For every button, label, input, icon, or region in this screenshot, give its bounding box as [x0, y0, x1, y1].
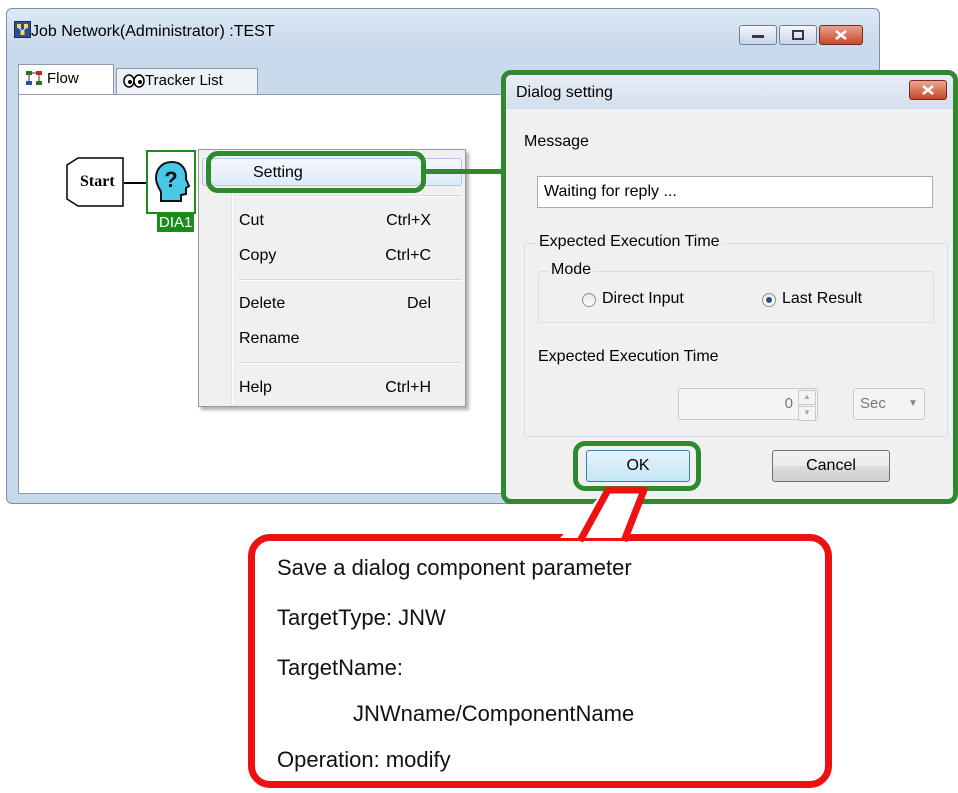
- spin-down-icon[interactable]: ▼: [798, 406, 816, 421]
- radio-direct-input-label: Direct Input: [602, 290, 684, 307]
- menu-item-rename[interactable]: Rename: [239, 325, 461, 353]
- flow-icon: [26, 71, 42, 85]
- menu-separator: [239, 279, 461, 281]
- minimize-button[interactable]: [739, 25, 777, 45]
- question-head-icon: ?: [154, 160, 191, 202]
- minimize-icon: [752, 35, 764, 38]
- menu-item-delete[interactable]: Delete Del: [239, 290, 461, 318]
- mode-group-title: Mode: [548, 261, 595, 279]
- dialog-component-label: DIA1: [157, 214, 195, 232]
- expected-execution-time-label: Expected Execution Time: [538, 348, 719, 365]
- message-input[interactable]: Waiting for reply ...: [537, 176, 933, 208]
- menu-item-help-label: Help: [239, 379, 272, 396]
- tab-tracker-list-label: Tracker List: [145, 72, 223, 89]
- message-label: Message: [524, 133, 589, 150]
- maximize-button[interactable]: [779, 25, 817, 45]
- time-unit-value: Sec: [860, 395, 886, 412]
- dialog-title: Dialog setting: [516, 84, 613, 101]
- menu-item-help[interactable]: Help Ctrl+H: [239, 374, 461, 402]
- cancel-button[interactable]: Cancel: [772, 450, 890, 482]
- menu-separator: [239, 195, 461, 197]
- radio-last-result-label: Last Result: [782, 290, 863, 307]
- menu-item-help-shortcut: Ctrl+H: [385, 379, 431, 396]
- callout-line-3: TargetName:: [277, 655, 403, 680]
- tab-flow-label: Flow: [47, 70, 79, 87]
- callout-line-5: Operation: modify: [277, 747, 451, 772]
- setting-highlight-outline: [206, 151, 426, 193]
- setting-to-dialog-connector: [424, 169, 504, 174]
- callout-box: Save a dialog component parameter Target…: [248, 534, 832, 788]
- flow-connector: [124, 182, 146, 184]
- execution-time-input[interactable]: 0 ▲ ▼: [678, 388, 818, 421]
- window-controls: [739, 25, 863, 45]
- chevron-down-icon: ▼: [908, 398, 918, 409]
- window-title: Job Network(Administrator) :TEST: [31, 23, 275, 40]
- time-unit-select[interactable]: Sec ▼: [853, 388, 925, 420]
- tab-tracker-list[interactable]: Tracker List: [116, 68, 258, 94]
- close-button[interactable]: [819, 25, 863, 45]
- close-icon: [835, 30, 847, 40]
- job-network-app-icon: [14, 21, 31, 38]
- close-icon: [922, 85, 934, 95]
- menu-item-cut[interactable]: Cut Ctrl+X: [239, 207, 461, 235]
- dialog-titlebar: Dialog setting: [506, 75, 953, 109]
- callout-line-2: TargetType: JNW: [277, 605, 446, 630]
- tracker-eyes-icon: [123, 74, 145, 88]
- execution-time-value: 0: [784, 395, 793, 412]
- menu-item-rename-label: Rename: [239, 330, 300, 347]
- menu-item-cut-label: Cut: [239, 212, 264, 229]
- start-node-label: Start: [80, 173, 115, 190]
- callout-line-1: Save a dialog component parameter: [277, 555, 632, 580]
- execution-time-stepper[interactable]: ▲ ▼: [798, 390, 816, 421]
- tab-flow[interactable]: Flow: [18, 64, 114, 94]
- menu-item-copy[interactable]: Copy Ctrl+C: [239, 242, 461, 270]
- mode-group: [538, 271, 934, 323]
- ok-highlight-outline: [573, 441, 701, 491]
- menu-item-copy-label: Copy: [239, 247, 277, 264]
- dialog-setting-window: Dialog setting Message Waiting for reply…: [501, 70, 958, 504]
- menu-item-delete-shortcut: Del: [406, 295, 431, 312]
- menu-item-cut-shortcut: Ctrl+X: [386, 212, 431, 229]
- maximize-icon: [792, 30, 804, 40]
- menu-separator: [239, 362, 461, 364]
- dialog-close-button[interactable]: [909, 80, 947, 100]
- expected-execution-time-group-title: Expected Execution Time: [536, 233, 723, 251]
- radio-direct-input[interactable]: [582, 293, 596, 307]
- callout-line-4: JNWname/ComponentName: [353, 701, 635, 726]
- menu-item-delete-label: Delete: [239, 295, 286, 312]
- radio-last-result[interactable]: [762, 293, 776, 307]
- menu-item-copy-shortcut: Ctrl+C: [385, 247, 431, 264]
- spin-up-icon[interactable]: ▲: [798, 390, 816, 405]
- svg-text:?: ?: [164, 167, 177, 192]
